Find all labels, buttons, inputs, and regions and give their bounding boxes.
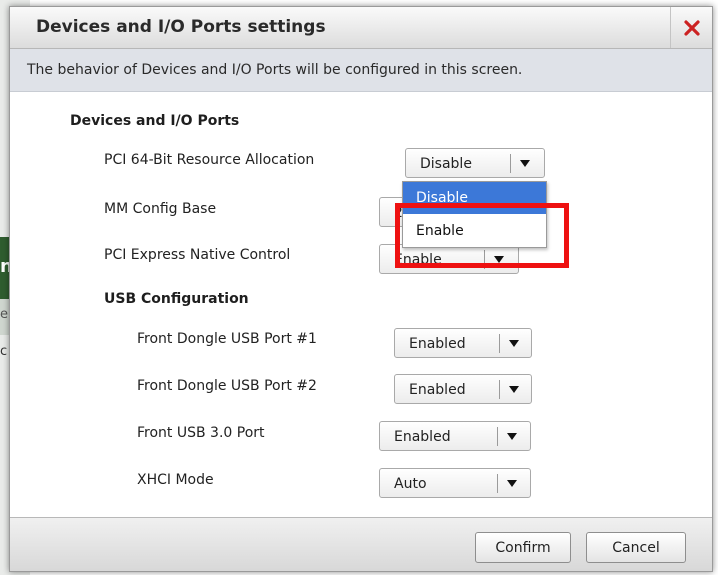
xhci-select[interactable]: Auto	[379, 468, 531, 498]
settings-dialog: Devices and I/O Ports settings The behav…	[9, 6, 713, 572]
background-text: e	[0, 307, 8, 322]
dongle2-value: Enabled	[409, 382, 466, 398]
chevron-down-icon	[507, 480, 517, 487]
dialog-footer: Confirm Cancel	[10, 517, 712, 571]
dongle1-select[interactable]: Enabled	[394, 328, 532, 358]
usb3-label: Front USB 3.0 Port	[137, 425, 265, 441]
dongle2-label: Front Dongle USB Port #2	[137, 378, 317, 394]
dialog-titlebar: Devices and I/O Ports settings	[10, 7, 712, 49]
description-bar: The behavior of Devices and I/O Ports wi…	[10, 49, 712, 92]
pci64-select[interactable]: Disable	[405, 148, 545, 178]
section-title-usb: USB Configuration	[104, 291, 249, 307]
usb3-select[interactable]: Enabled	[379, 421, 531, 451]
confirm-button[interactable]: Confirm	[475, 532, 571, 563]
highlight-box	[395, 203, 569, 268]
pci64-label: PCI 64-Bit Resource Allocation	[104, 152, 315, 168]
xhci-label: XHCI Mode	[137, 472, 214, 488]
dongle1-label: Front Dongle USB Port #1	[137, 331, 317, 347]
chevron-down-icon	[509, 386, 519, 393]
pci64-value: Disable	[420, 156, 472, 172]
select-separator	[499, 334, 500, 353]
pcie-label: PCI Express Native Control	[104, 247, 291, 263]
mmconfig-label: MM Config Base	[104, 201, 217, 217]
select-separator	[497, 427, 498, 446]
usb3-value: Enabled	[394, 429, 451, 445]
chevron-down-icon	[520, 160, 530, 167]
dongle2-select[interactable]: Enabled	[394, 374, 532, 404]
background-text: c	[0, 344, 8, 359]
select-separator	[499, 380, 500, 399]
dialog-description: The behavior of Devices and I/O Ports wi…	[27, 62, 523, 78]
dialog-title: Devices and I/O Ports settings	[36, 17, 326, 37]
section-title-devices: Devices and I/O Ports	[70, 113, 240, 129]
close-button[interactable]	[670, 7, 712, 48]
cancel-button[interactable]: Cancel	[586, 532, 686, 563]
close-icon	[683, 19, 700, 36]
select-separator	[497, 474, 498, 493]
chevron-down-icon	[509, 340, 519, 347]
select-separator	[510, 154, 511, 173]
dongle1-value: Enabled	[409, 336, 466, 352]
chevron-down-icon	[507, 433, 517, 440]
xhci-value: Auto	[394, 476, 427, 492]
